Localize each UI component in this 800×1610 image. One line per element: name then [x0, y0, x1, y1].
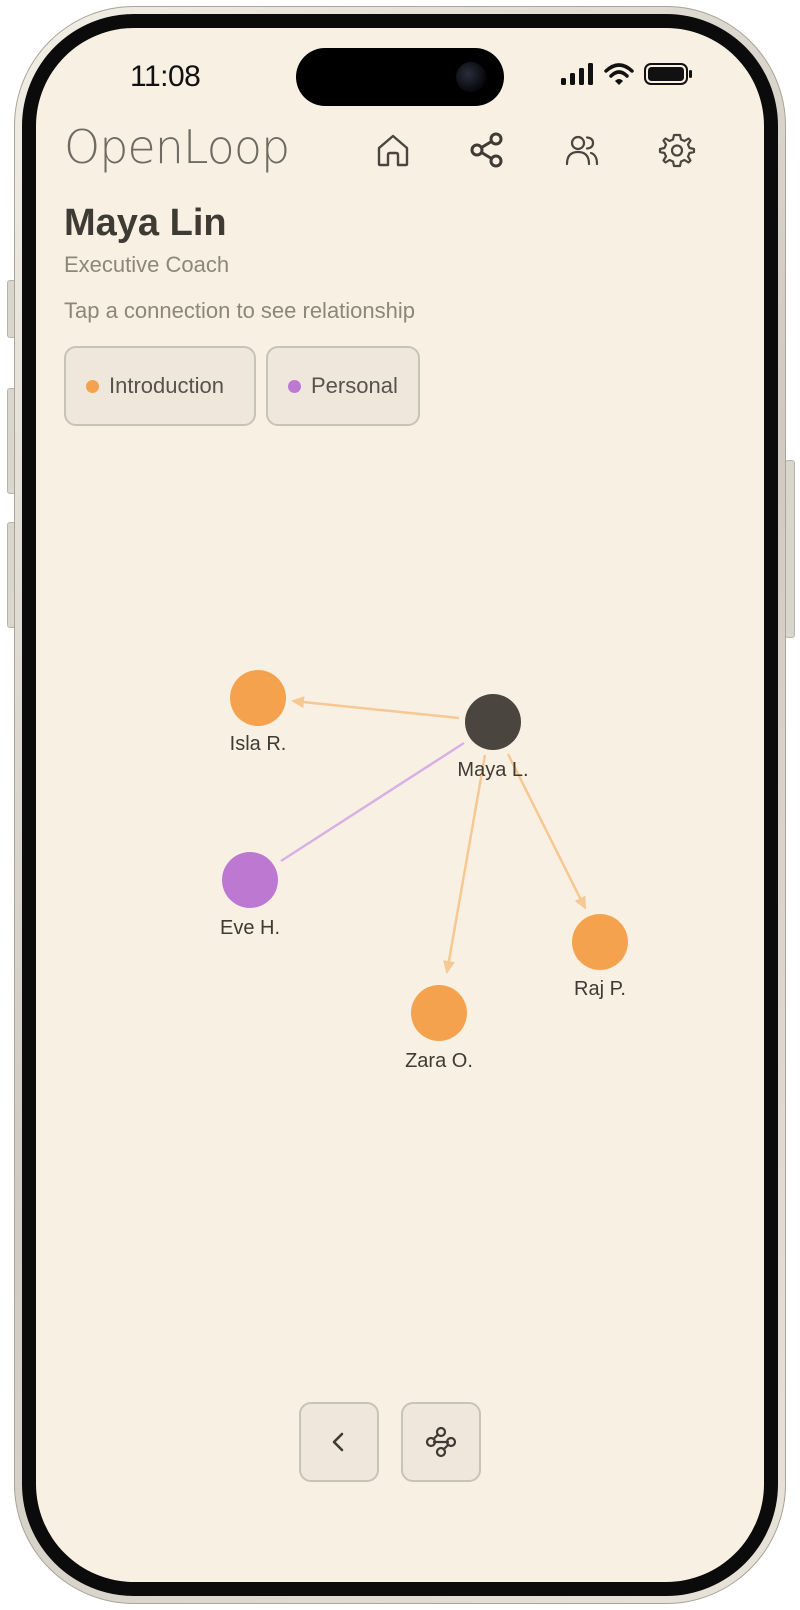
relationship-graph: Isla R. Maya L. Eve H. Zara O. Raj P.: [220, 670, 628, 1072]
node-circle: [411, 985, 467, 1041]
graph-node-eve[interactable]: Eve H.: [220, 852, 280, 939]
node-circle: [222, 852, 278, 908]
chevron-left-icon: [332, 1432, 344, 1452]
edge-maya-isla[interactable]: [291, 696, 460, 720]
node-circle: [572, 914, 628, 970]
graph-node-raj[interactable]: Raj P.: [572, 914, 628, 1000]
node-label: Eve H.: [220, 917, 280, 939]
node-circle: [465, 694, 521, 750]
graph-layout-icon: [425, 1426, 457, 1458]
edge-maya-eve[interactable]: [280, 741, 465, 863]
node-label: Zara O.: [405, 1050, 473, 1072]
node-label: Raj P.: [574, 978, 626, 1000]
app-screen: 11:08 OpenLoop Maya Lin Executive Coach …: [36, 28, 764, 1582]
graph-node-isla[interactable]: Isla R.: [230, 670, 287, 755]
node-label: Maya L.: [457, 759, 528, 781]
power-button: [785, 460, 795, 638]
node-circle: [230, 670, 286, 726]
edge-maya-zara[interactable]: [442, 754, 487, 974]
graph-layout-button[interactable]: [401, 1402, 481, 1482]
graph-node-zara[interactable]: Zara O.: [405, 985, 473, 1072]
node-label: Isla R.: [230, 733, 287, 755]
back-button[interactable]: [299, 1402, 379, 1482]
graph-node-center[interactable]: Maya L.: [457, 694, 529, 781]
